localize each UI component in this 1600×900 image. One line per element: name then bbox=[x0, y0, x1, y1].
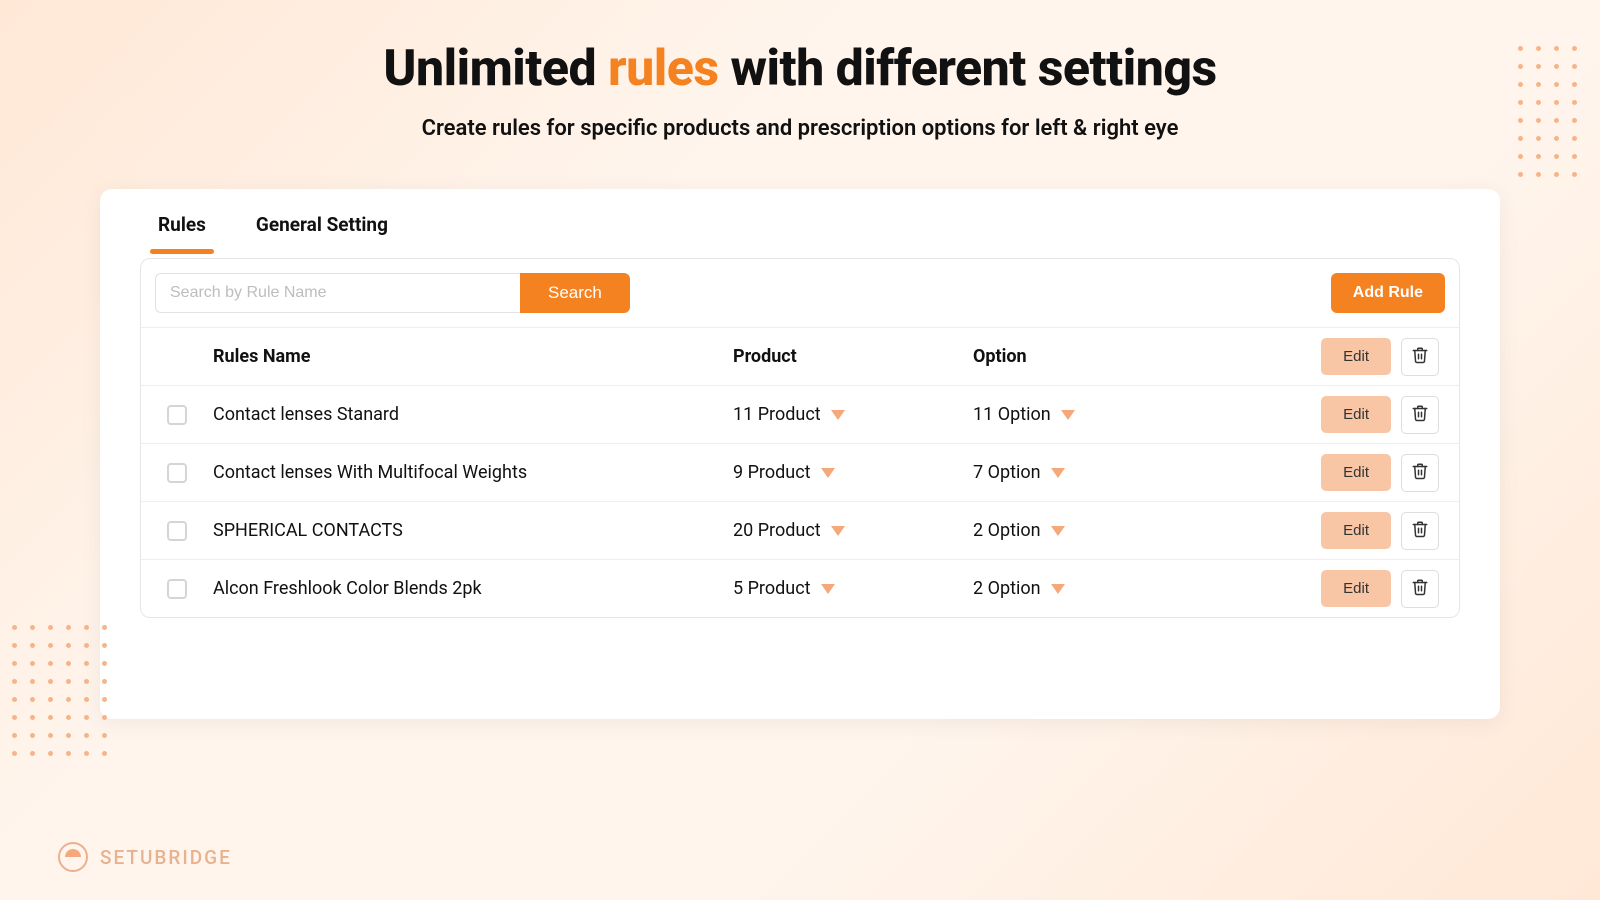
tab-general-setting[interactable]: General Setting bbox=[256, 213, 388, 252]
chevron-down-icon[interactable] bbox=[831, 526, 845, 536]
add-rule-button[interactable]: Add Rule bbox=[1331, 273, 1445, 313]
delete-button[interactable] bbox=[1401, 396, 1439, 434]
chevron-down-icon[interactable] bbox=[1051, 584, 1065, 594]
search-input[interactable] bbox=[155, 273, 520, 313]
trash-icon bbox=[1411, 462, 1429, 483]
table-row: Alcon Freshlook Color Blends 2pk 5 Produ… bbox=[141, 559, 1459, 617]
trash-icon bbox=[1411, 346, 1429, 367]
option-count: 2 Option bbox=[973, 578, 1041, 599]
option-count: 11 Option bbox=[973, 404, 1051, 425]
tab-rules[interactable]: Rules bbox=[158, 213, 206, 252]
page-subtitle: Create rules for specific products and p… bbox=[0, 116, 1600, 141]
title-post: with different settings bbox=[719, 40, 1217, 98]
rule-name: SPHERICAL CONTACTS bbox=[213, 520, 733, 541]
search-group: Search bbox=[155, 273, 630, 313]
trash-icon bbox=[1411, 520, 1429, 541]
table-row: Contact lenses With Multifocal Weights 9… bbox=[141, 443, 1459, 501]
chevron-down-icon[interactable] bbox=[1061, 410, 1075, 420]
table-row: SPHERICAL CONTACTS 20 Product 2 Option E… bbox=[141, 501, 1459, 559]
chevron-down-icon[interactable] bbox=[1051, 526, 1065, 536]
product-count: 5 Product bbox=[733, 578, 811, 599]
hero: Unlimited rules with different settings … bbox=[0, 0, 1600, 141]
title-pre: Unlimited bbox=[383, 40, 608, 98]
rules-panel: Search Add Rule Rules Name Product Optio… bbox=[140, 258, 1460, 618]
product-count: 9 Product bbox=[733, 462, 811, 483]
col-rules-name: Rules Name bbox=[213, 346, 733, 367]
trash-icon bbox=[1411, 578, 1429, 599]
toolbar: Search Add Rule bbox=[141, 259, 1459, 327]
search-button[interactable]: Search bbox=[520, 273, 630, 313]
table-row: Contact lenses Stanard 11 Product 11 Opt… bbox=[141, 385, 1459, 443]
edit-button[interactable]: Edit bbox=[1321, 396, 1391, 433]
row-checkbox[interactable] bbox=[167, 521, 187, 541]
row-checkbox[interactable] bbox=[167, 405, 187, 425]
col-product: Product bbox=[733, 346, 973, 367]
rule-name: Contact lenses Stanard bbox=[213, 404, 733, 425]
chevron-down-icon[interactable] bbox=[821, 468, 835, 478]
rules-table: Rules Name Product Option Edit Contact l… bbox=[141, 327, 1459, 617]
edit-button[interactable]: Edit bbox=[1321, 454, 1391, 491]
footer-brand: SETUBRIDGE bbox=[58, 842, 232, 872]
trash-icon bbox=[1411, 404, 1429, 425]
page-title: Unlimited rules with different settings bbox=[0, 40, 1600, 98]
option-count: 7 Option bbox=[973, 462, 1041, 483]
edit-button[interactable]: Edit bbox=[1321, 570, 1391, 607]
chevron-down-icon[interactable] bbox=[831, 410, 845, 420]
chevron-down-icon[interactable] bbox=[821, 584, 835, 594]
edit-button[interactable]: Edit bbox=[1321, 512, 1391, 549]
delete-button[interactable] bbox=[1401, 454, 1439, 492]
tabs: Rules General Setting bbox=[100, 189, 1500, 252]
edit-button[interactable]: Edit bbox=[1321, 338, 1391, 375]
delete-button[interactable] bbox=[1401, 338, 1439, 376]
chevron-down-icon[interactable] bbox=[1051, 468, 1065, 478]
rule-name: Alcon Freshlook Color Blends 2pk bbox=[213, 578, 733, 599]
dots-decoration-top-right bbox=[1518, 46, 1580, 180]
row-checkbox[interactable] bbox=[167, 463, 187, 483]
row-checkbox[interactable] bbox=[167, 579, 187, 599]
product-count: 11 Product bbox=[733, 404, 821, 425]
rule-name: Contact lenses With Multifocal Weights bbox=[213, 462, 733, 483]
brand-name: SETUBRIDGE bbox=[100, 846, 232, 869]
table-header: Rules Name Product Option Edit bbox=[141, 327, 1459, 385]
brand-logo-icon bbox=[58, 842, 88, 872]
option-count: 2 Option bbox=[973, 520, 1041, 541]
col-option: Option bbox=[973, 346, 1193, 367]
product-count: 20 Product bbox=[733, 520, 821, 541]
title-accent: rules bbox=[608, 40, 719, 98]
rules-card: Rules General Setting Search Add Rule Ru… bbox=[100, 189, 1500, 719]
dots-decoration-bottom-left bbox=[12, 625, 110, 759]
delete-button[interactable] bbox=[1401, 512, 1439, 550]
delete-button[interactable] bbox=[1401, 570, 1439, 608]
